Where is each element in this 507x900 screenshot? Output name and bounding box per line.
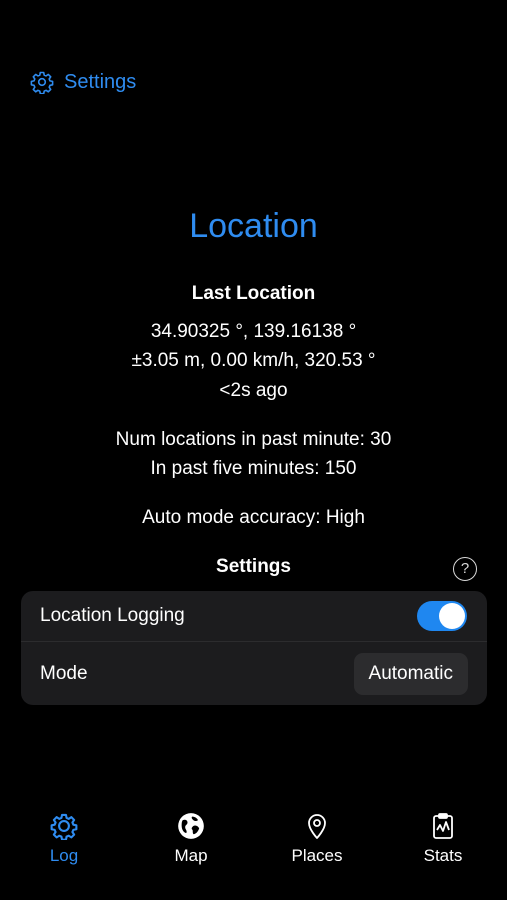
last-location-heading: Last Location bbox=[191, 283, 316, 304]
accuracy-speed-course-text: ±3.05 m, 0.00 km/h, 320.53 ° bbox=[131, 350, 376, 371]
map-pin-icon bbox=[267, 810, 367, 842]
tab-stats[interactable]: Stats bbox=[393, 810, 493, 866]
help-icon[interactable]: ? bbox=[453, 557, 477, 581]
tab-stats-label: Stats bbox=[423, 846, 463, 865]
gear-icon bbox=[14, 810, 114, 842]
coordinates-text: 34.90325 °, 139.16138 ° bbox=[150, 321, 357, 342]
globe-icon bbox=[141, 810, 241, 842]
tab-log[interactable]: Log bbox=[14, 810, 114, 866]
num-locations-past-minute: Num locations in past minute: 30 bbox=[115, 429, 392, 450]
tab-map-label: Map bbox=[174, 846, 208, 865]
location-logging-toggle[interactable] bbox=[417, 601, 467, 631]
clipboard-chart-icon bbox=[393, 810, 493, 842]
tab-places-label: Places bbox=[291, 846, 343, 865]
mode-row: Mode Automatic bbox=[21, 641, 487, 705]
gear-icon bbox=[30, 70, 54, 94]
toggle-knob bbox=[439, 603, 465, 629]
num-locations-past-five-minutes: In past five minutes: 150 bbox=[150, 458, 357, 479]
settings-link[interactable]: Settings bbox=[30, 70, 136, 94]
page-title: Location bbox=[189, 207, 318, 245]
tab-bar: Log Map Places Stats bbox=[0, 810, 507, 870]
tab-map[interactable]: Map bbox=[141, 810, 241, 866]
mode-select-button[interactable]: Automatic bbox=[353, 652, 468, 695]
location-logging-label: Location Logging bbox=[40, 605, 185, 626]
tab-places[interactable]: Places bbox=[267, 810, 367, 866]
mode-label: Mode bbox=[40, 662, 88, 684]
settings-heading: Settings bbox=[216, 556, 291, 577]
settings-card: Location Logging Mode Automatic bbox=[21, 591, 487, 705]
tab-log-label: Log bbox=[49, 846, 79, 865]
auto-mode-accuracy: Auto mode accuracy: High bbox=[142, 507, 365, 528]
location-age-text: <2s ago bbox=[219, 380, 288, 401]
location-logging-row: Location Logging bbox=[21, 591, 487, 641]
settings-link-label: Settings bbox=[64, 70, 137, 93]
